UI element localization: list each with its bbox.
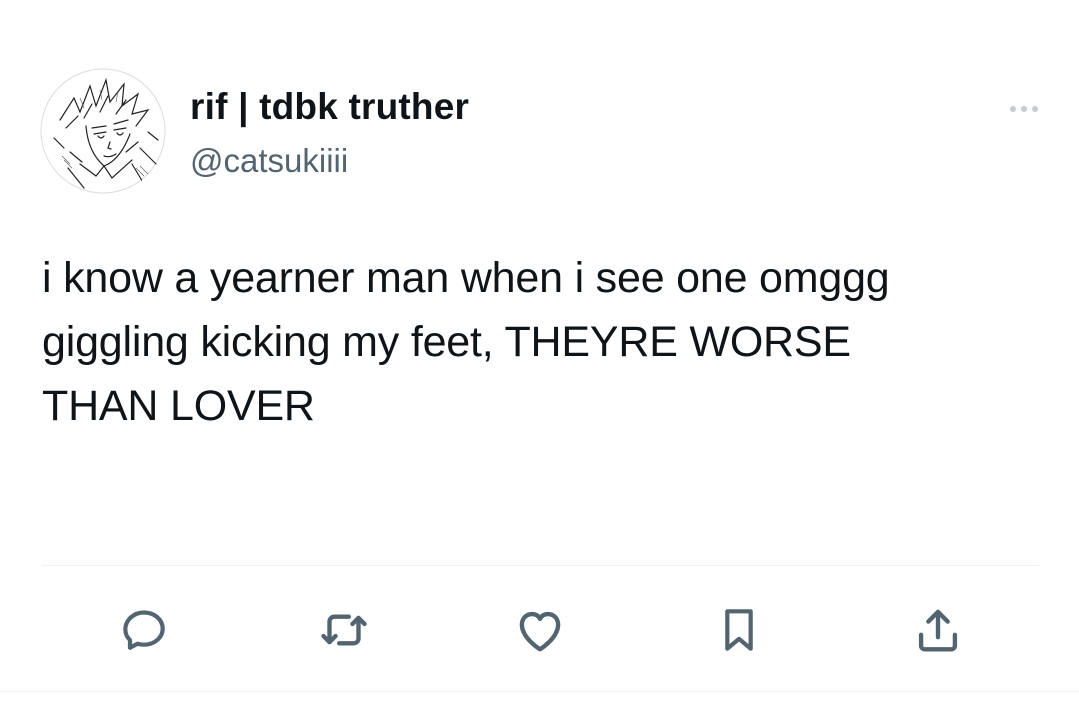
bookmark-button[interactable] bbox=[707, 598, 771, 662]
avatar[interactable] bbox=[40, 68, 166, 194]
tweet-card: rif | tdbk truther @catsukiiii i know a … bbox=[0, 0, 1079, 711]
action-bar bbox=[0, 598, 1079, 662]
comment-bubble-icon bbox=[123, 610, 165, 650]
tweet-text: i know a yearner man when i see one omgg… bbox=[42, 254, 890, 430]
more-horizontal-icon-dot bbox=[1032, 106, 1038, 112]
author-display-name[interactable]: rif | tdbk truther bbox=[190, 86, 469, 128]
like-button[interactable] bbox=[508, 598, 572, 662]
more-horizontal-icon-dot bbox=[1021, 106, 1027, 112]
author-handle[interactable]: @catsukiiii bbox=[190, 142, 348, 180]
bookmark-icon bbox=[725, 609, 753, 651]
anime-sketch-avatar-icon bbox=[40, 68, 166, 194]
divider bbox=[42, 565, 1039, 566]
retweet-arrows-icon bbox=[321, 614, 367, 646]
share-button[interactable] bbox=[906, 598, 970, 662]
reply-button[interactable] bbox=[112, 598, 176, 662]
heart-icon bbox=[519, 611, 561, 652]
retweet-button[interactable] bbox=[312, 598, 376, 662]
more-horizontal-icon bbox=[1010, 106, 1016, 112]
bottom-divider bbox=[0, 691, 1079, 692]
more-options-button[interactable] bbox=[1000, 96, 1048, 122]
share-upload-icon bbox=[918, 609, 958, 652]
